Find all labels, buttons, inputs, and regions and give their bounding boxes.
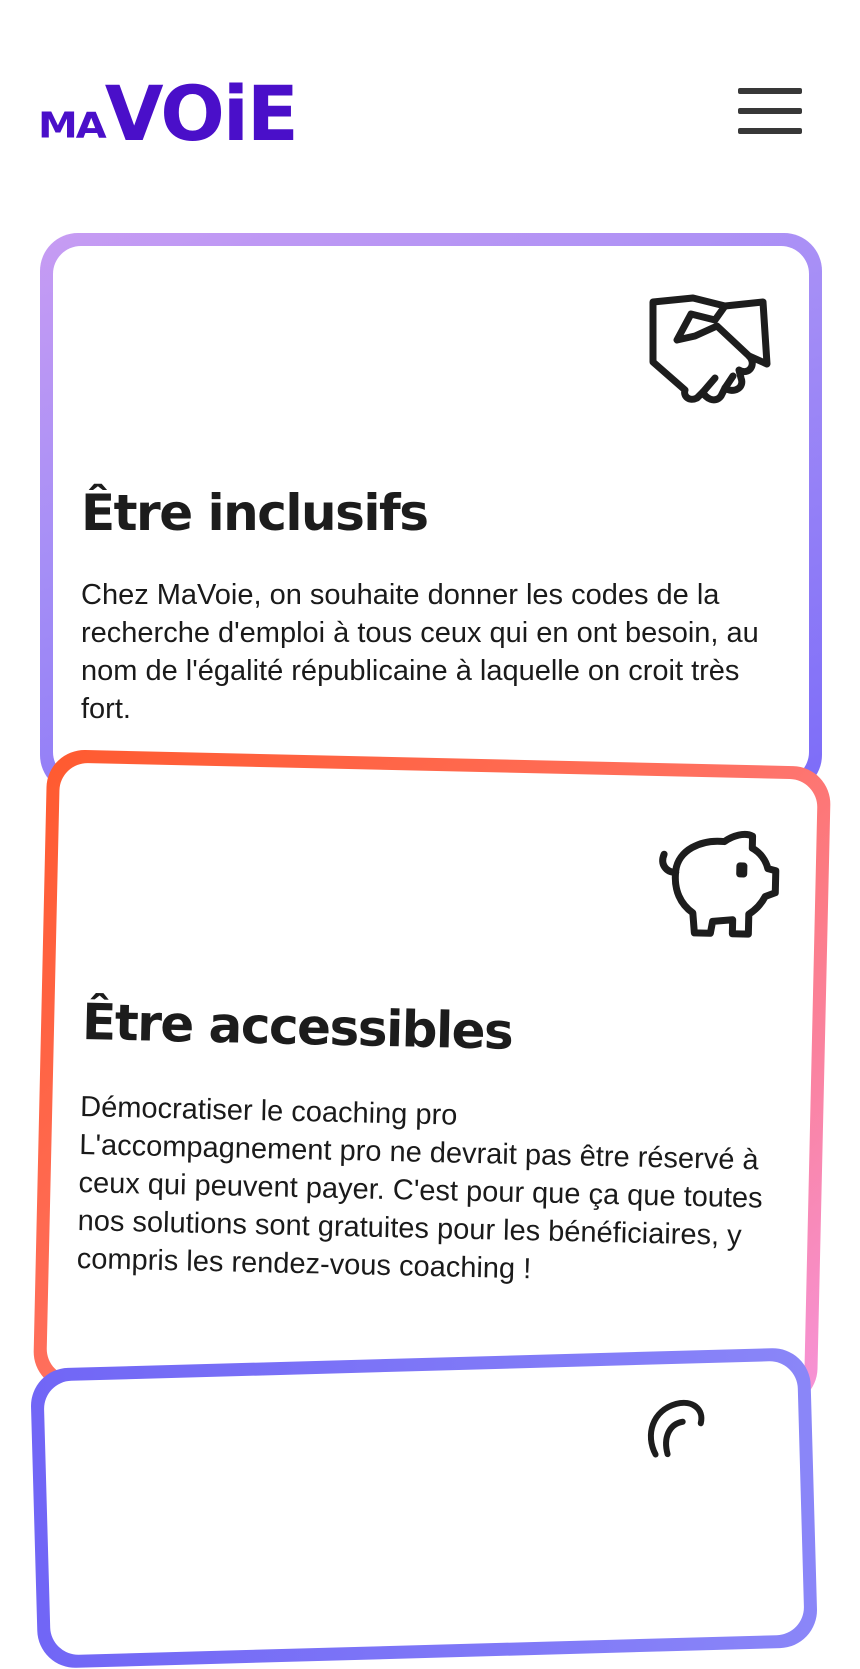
logo-part-big: VOiE xyxy=(104,69,299,158)
menu-bar xyxy=(738,128,802,134)
mavoie-logo[interactable]: MA VOiE xyxy=(38,62,299,158)
value-card-inclusive: Être inclusifs Chez MaVoie, on souhaite … xyxy=(40,233,822,793)
piggy-bank-icon xyxy=(659,830,780,938)
menu-bar xyxy=(738,88,802,94)
card-title: Être inclusifs xyxy=(81,484,429,542)
site-header: MA VOiE xyxy=(0,0,860,190)
menu-bar xyxy=(738,108,802,114)
value-card-accessible: Être accessibles Démocratiser le coachin… xyxy=(32,749,832,1407)
card-text: Démocratiser le coaching pro L'accompagn… xyxy=(76,1091,763,1286)
value-card-third xyxy=(29,1347,819,1669)
card-body: Être inclusifs Chez MaVoie, on souhaite … xyxy=(53,246,809,780)
partial-icon xyxy=(647,1399,705,1458)
card-title: Être accessibles xyxy=(81,993,513,1061)
hamburger-menu-icon[interactable] xyxy=(738,86,802,138)
handshake-icon xyxy=(649,294,771,404)
card-text: Chez MaVoie, on souhaite donner les code… xyxy=(81,579,759,725)
card-body xyxy=(43,1360,805,1656)
logo-part-small: MA xyxy=(38,105,107,147)
card-body: Être accessibles Démocratiser le coachin… xyxy=(46,762,818,1394)
